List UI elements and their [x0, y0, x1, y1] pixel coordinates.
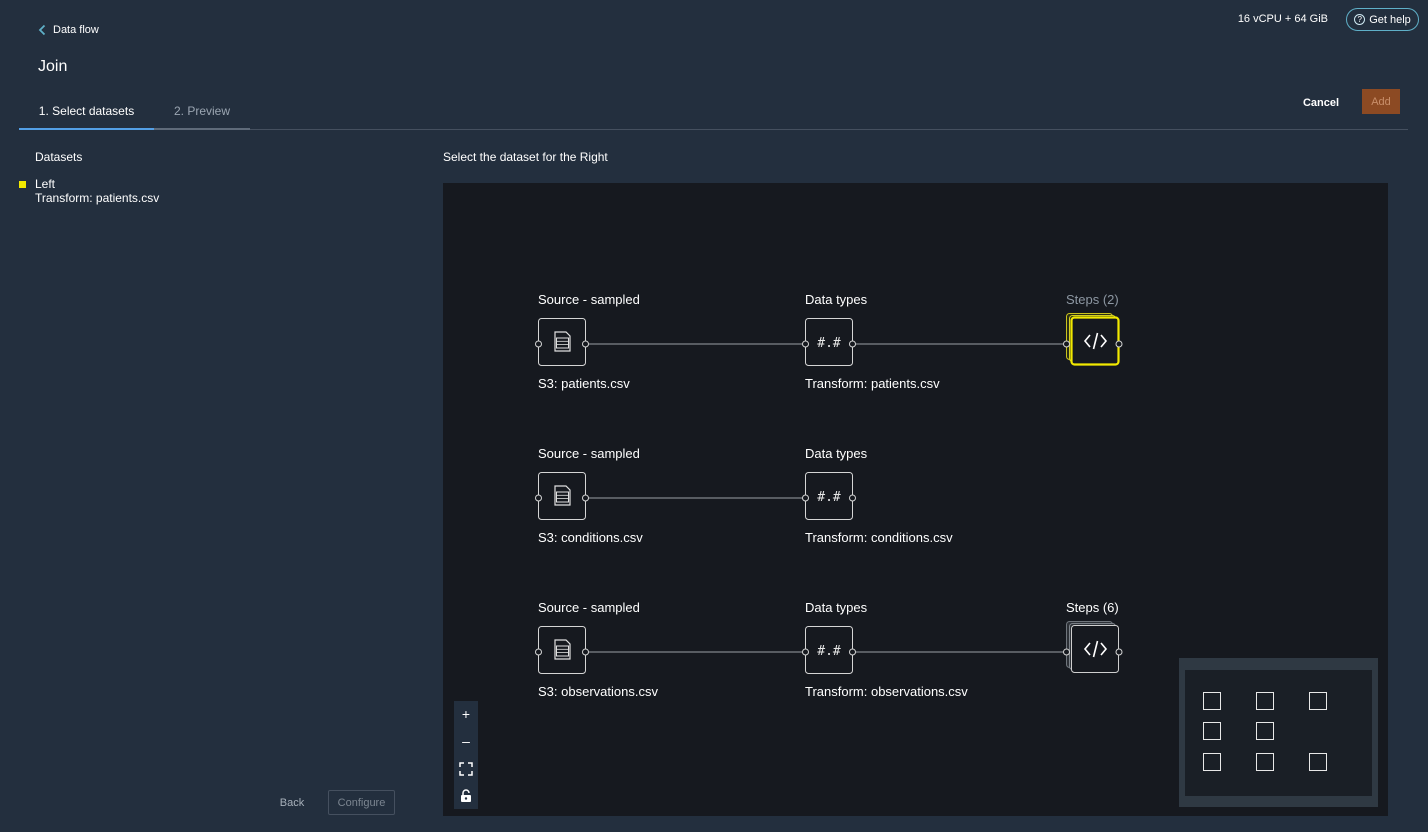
left-label: Left: [35, 177, 56, 191]
left-dataset-name: Transform: patients.csv: [35, 191, 160, 205]
types-title-3: Data types: [805, 600, 868, 615]
left-color-swatch: [19, 181, 26, 188]
steps-node-patients[interactable]: [1063, 313, 1123, 366]
zoom-controls: + –: [454, 701, 478, 809]
lock-icon[interactable]: [454, 782, 478, 809]
help-label: Get help: [1369, 13, 1411, 26]
source-name-3: S3: observations.csv: [538, 684, 658, 699]
zoom-in-icon[interactable]: +: [454, 701, 478, 728]
source-title-3: Source - sampled: [538, 600, 640, 615]
source-node-patients[interactable]: [535, 318, 589, 366]
minimap-node: [1256, 753, 1274, 771]
minimap-node: [1203, 753, 1221, 771]
types-name-3: Transform: observations.csv: [805, 684, 968, 699]
steps-node-observations[interactable]: [1063, 621, 1123, 673]
configure-button[interactable]: Configure: [328, 790, 395, 815]
back-link-label: Data flow: [53, 24, 99, 36]
minimap-viewport: [1185, 670, 1372, 796]
select-right-heading: Select the dataset for the Right: [443, 150, 608, 164]
hash-icon: #.#: [817, 490, 841, 505]
zoom-out-icon[interactable]: –: [454, 728, 478, 755]
types-name-2: Transform: conditions.csv: [805, 530, 953, 545]
minimap-node: [1309, 692, 1327, 710]
steps-title-1: Steps (2): [1066, 292, 1119, 307]
types-title-1: Data types: [805, 292, 868, 307]
minimap[interactable]: [1179, 658, 1378, 807]
minimap-node: [1256, 722, 1274, 740]
tab-bar: 1. Select datasets 2. Preview: [19, 101, 1408, 130]
minimap-node: [1203, 692, 1221, 710]
source-node-observations[interactable]: [535, 626, 589, 674]
source-name-1: S3: patients.csv: [538, 376, 630, 391]
tab-select-datasets[interactable]: 1. Select datasets: [19, 101, 154, 130]
page-title: Join: [38, 58, 68, 75]
help-icon: ?: [1354, 14, 1366, 25]
minimap-node: [1309, 753, 1327, 771]
types-name-1: Transform: patients.csv: [805, 376, 940, 391]
minimap-node: [1256, 692, 1274, 710]
types-node-conditions[interactable]: #.#: [802, 472, 856, 520]
steps-title-3: Steps (6): [1066, 600, 1119, 615]
fit-view-icon[interactable]: [454, 755, 478, 782]
types-node-observations[interactable]: #.#: [802, 626, 856, 674]
tab-preview[interactable]: 2. Preview: [154, 101, 250, 130]
chevron-left-icon: [38, 24, 46, 36]
datasets-heading: Datasets: [35, 150, 83, 164]
cancel-button[interactable]: Cancel: [1297, 94, 1345, 112]
add-button[interactable]: Add: [1362, 89, 1400, 114]
back-button[interactable]: Back: [272, 793, 312, 813]
source-node-conditions[interactable]: [535, 472, 589, 520]
back-to-data-flow-link[interactable]: Data flow: [38, 24, 99, 36]
source-title-2: Source - sampled: [538, 446, 640, 461]
source-name-2: S3: conditions.csv: [538, 530, 643, 545]
types-node-patients[interactable]: #.#: [802, 318, 856, 366]
source-title-1: Source - sampled: [538, 292, 640, 307]
instance-resources: 16 vCPU + 64 GiB: [1237, 13, 1328, 25]
get-help-button[interactable]: ? Get help: [1346, 8, 1419, 31]
minimap-node: [1203, 722, 1221, 740]
hash-icon: #.#: [817, 644, 841, 659]
hash-icon: #.#: [817, 336, 841, 351]
types-title-2: Data types: [805, 446, 868, 461]
